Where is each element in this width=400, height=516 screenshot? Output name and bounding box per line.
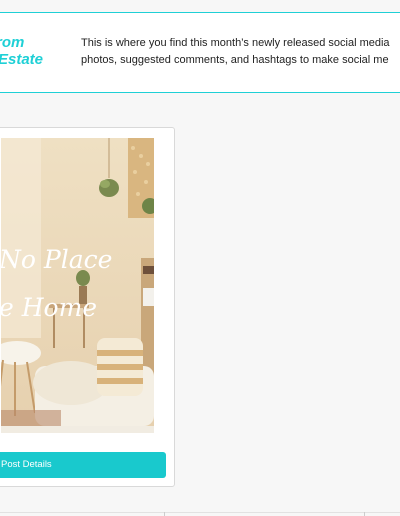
description-line-1: This is where you find this month’s newl… xyxy=(81,37,390,49)
description-line-2: photos, suggested comments, and hashtags… xyxy=(81,54,389,66)
brand-line-1: rom xyxy=(0,34,25,51)
brand-title: rom Estate xyxy=(0,34,60,68)
post-image[interactable]: No Place e Home xyxy=(1,138,154,433)
header-description: This is where you find this month’s newl… xyxy=(81,35,400,69)
image-text-line-1: No Place xyxy=(1,245,112,274)
post-image-illustration: No Place e Home xyxy=(1,138,154,433)
bottom-divider xyxy=(0,512,400,513)
image-text-line-2: e Home xyxy=(1,293,97,322)
brand-line-2: Estate xyxy=(0,51,44,68)
divider-tick xyxy=(364,512,365,516)
post-card: No Place e Home Post Details xyxy=(0,127,175,487)
divider-tick xyxy=(164,512,165,516)
header-banner: rom Estate This is where you find this m… xyxy=(0,12,400,93)
view-post-details-button[interactable]: Post Details xyxy=(0,452,166,478)
